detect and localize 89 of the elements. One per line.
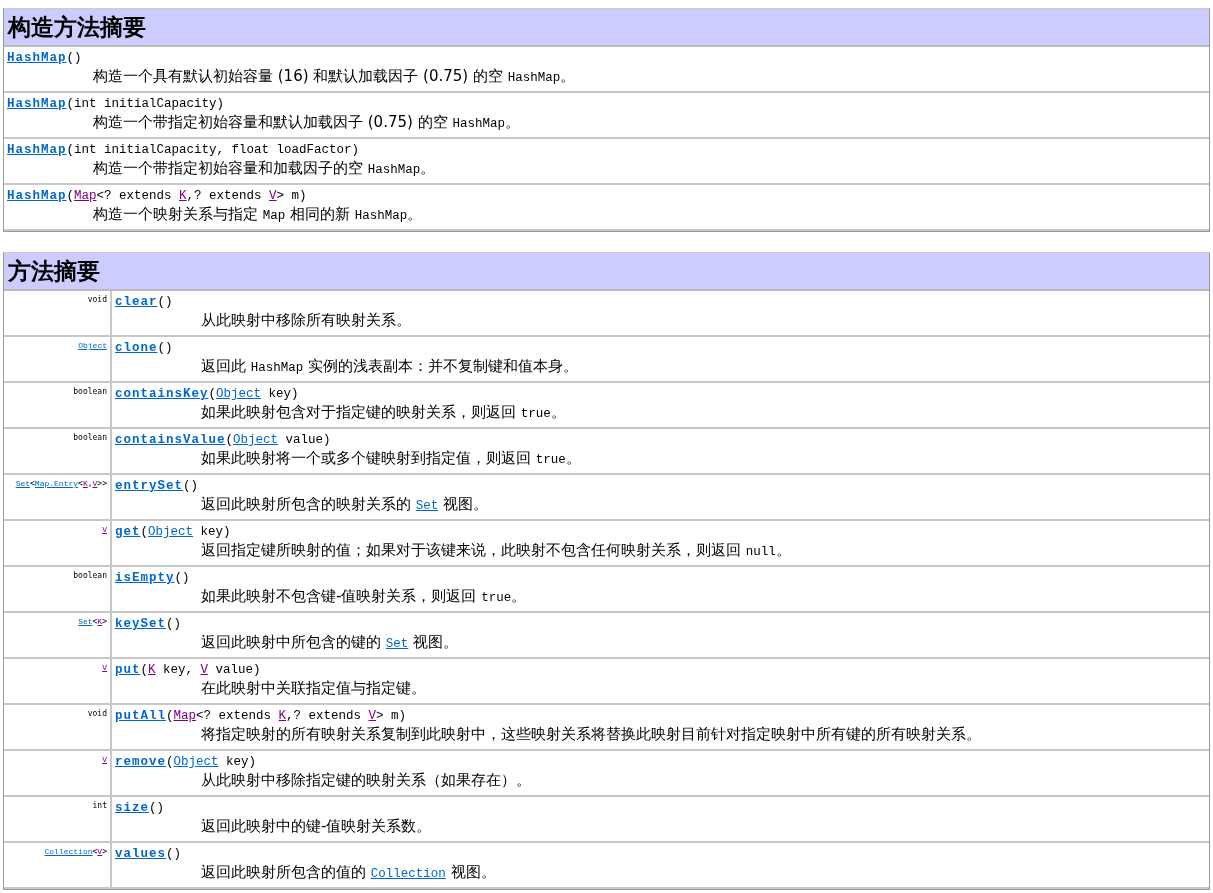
type-link[interactable]: K — [97, 617, 103, 626]
method-description: 如果此映射将一个或多个键映射到指定值，则返回 true。 — [200, 449, 582, 469]
method-signature: isEmpty() — [115, 570, 191, 587]
type-link[interactable]: Object — [233, 433, 279, 447]
method-link[interactable]: put — [115, 663, 141, 677]
return-type: void — [86, 295, 107, 305]
method-description: 从此映射中移除指定键的映射关系（如果存在）。 — [200, 771, 532, 789]
return-type: Set<K> — [77, 617, 107, 627]
method-description: 如果此映射包含对于指定键的映射关系，则返回 true。 — [200, 403, 567, 423]
type-link[interactable]: V — [92, 479, 98, 488]
type-link[interactable]: K — [179, 189, 187, 203]
method-signature: containsKey(Object key) — [115, 386, 300, 403]
method-description: 返回此 HashMap 实例的浅表副本：并不复制键和值本身。 — [200, 357, 580, 377]
constructor-signature: HashMap(Map<? extends K,? extends V> m) — [7, 188, 308, 205]
method-link[interactable]: values — [115, 847, 166, 861]
return-type: boolean — [72, 387, 107, 397]
method-signature: size() — [115, 800, 166, 817]
return-type: int — [91, 801, 107, 811]
type-link[interactable]: Collection — [44, 847, 93, 856]
type-link[interactable]: Collection — [370, 867, 446, 881]
method-description: 将指定映射的所有映射关系复制到此映射中，这些映射关系将替换此映射目前针对指定映射中所有键的所有映射关系。 — [200, 725, 982, 743]
return-type: void — [86, 709, 107, 719]
method-signature: get(Object key) — [115, 524, 232, 541]
method-link[interactable]: HashMap — [7, 51, 67, 65]
method-signature: put(K key, V value) — [115, 662, 262, 679]
type-link[interactable]: Object — [148, 525, 194, 539]
type-link[interactable]: V — [368, 709, 377, 723]
method-description: 返回此映射中所包含的键的 Set 视图。 — [200, 633, 460, 653]
method-signature: clear() — [115, 294, 174, 311]
type-link[interactable]: V — [269, 189, 277, 203]
method-description: 返回此映射所包含的值的 Collection 视图。 — [200, 863, 497, 883]
constructor-signature: HashMap(int initialCapacity, float loadFactor) — [7, 142, 361, 159]
method-signature: containsValue(Object value) — [115, 432, 332, 449]
method-link[interactable]: containsKey — [115, 387, 209, 401]
type-link[interactable]: Object — [216, 387, 262, 401]
type-link[interactable]: Set — [15, 479, 31, 488]
type-link[interactable]: Object — [173, 755, 219, 769]
method-link[interactable]: HashMap — [7, 97, 67, 111]
type-link[interactable]: K — [278, 709, 287, 723]
method-description: 返回此映射中的键-值映射关系数。 — [200, 817, 433, 835]
section-heading: 方法摘要 — [4, 253, 1209, 291]
type-link[interactable]: Set — [78, 617, 93, 626]
method-signature: remove(Object key) — [115, 754, 258, 771]
method-description: 返回此映射所包含的映射关系的 Set 视图。 — [200, 495, 490, 515]
method-link[interactable]: putAll — [115, 709, 166, 723]
method-signature: keySet() — [115, 616, 183, 633]
return-type: Collection<V> — [43, 847, 107, 857]
type-link[interactable]: V — [102, 755, 107, 764]
type-link[interactable]: Map — [173, 709, 197, 723]
return-type: Set<Map.Entry<K,V>> — [14, 479, 107, 489]
method-link[interactable]: HashMap — [7, 143, 67, 157]
method-signature: values() — [115, 846, 183, 863]
type-link[interactable]: K — [82, 479, 88, 488]
section-heading: 构造方法摘要 — [4, 9, 1209, 47]
method-link[interactable]: get — [115, 525, 141, 539]
method-description: 如果此映射不包含键-值映射关系，则返回 true。 — [200, 587, 528, 607]
type-link[interactable]: V — [102, 663, 107, 672]
type-link[interactable]: Set — [415, 499, 439, 513]
method-link[interactable]: remove — [115, 755, 166, 769]
constructor-description: 构造一个具有默认初始容量 (16) 和默认加载因子 (0.75) 的空 HashMap。 — [92, 67, 577, 87]
method-link[interactable]: HashMap — [7, 189, 67, 203]
type-link[interactable]: Map — [74, 189, 97, 203]
constructor-description: 构造一个带指定初始容量和加载因子的空 HashMap。 — [92, 159, 437, 179]
method-description: 在此映射中关联指定值与指定键。 — [200, 679, 427, 697]
type-link[interactable]: Set — [385, 637, 409, 651]
constructor-signature: HashMap(int initialCapacity) — [7, 96, 226, 113]
constructor-signature: HashMap() — [7, 50, 83, 67]
constructor-description: 构造一个映射关系与指定 Map 相同的新 HashMap。 — [92, 205, 424, 225]
type-link[interactable]: Object — [78, 341, 107, 350]
method-link[interactable]: size — [115, 801, 149, 815]
method-link[interactable]: containsValue — [115, 433, 226, 447]
type-link[interactable]: V — [200, 663, 209, 677]
method-description: 返回指定键所映射的值；如果对于该键来说，此映射不包含任何映射关系，则返回 null。 — [200, 541, 792, 561]
method-signature: entrySet() — [115, 478, 200, 495]
return-type: boolean — [72, 433, 107, 443]
method-description: 从此映射中移除所有映射关系。 — [200, 311, 412, 329]
constructor-description: 构造一个带指定初始容量和默认加载因子 (0.75) 的空 HashMap。 — [92, 113, 521, 133]
type-link[interactable]: Map.Entry — [34, 479, 79, 488]
type-link[interactable]: V — [97, 847, 103, 856]
method-link[interactable]: clear — [115, 295, 158, 309]
return-type: boolean — [72, 571, 107, 581]
method-link[interactable]: clone — [115, 341, 158, 355]
method-link[interactable]: keySet — [115, 617, 166, 631]
type-link[interactable]: V — [102, 525, 107, 534]
method-link[interactable]: isEmpty — [115, 571, 175, 585]
method-link[interactable]: entrySet — [115, 479, 183, 493]
method-signature: clone() — [115, 340, 174, 357]
type-link[interactable]: K — [148, 663, 156, 677]
method-signature: putAll(Map<? extends K,? extends V> m) — [115, 708, 408, 725]
